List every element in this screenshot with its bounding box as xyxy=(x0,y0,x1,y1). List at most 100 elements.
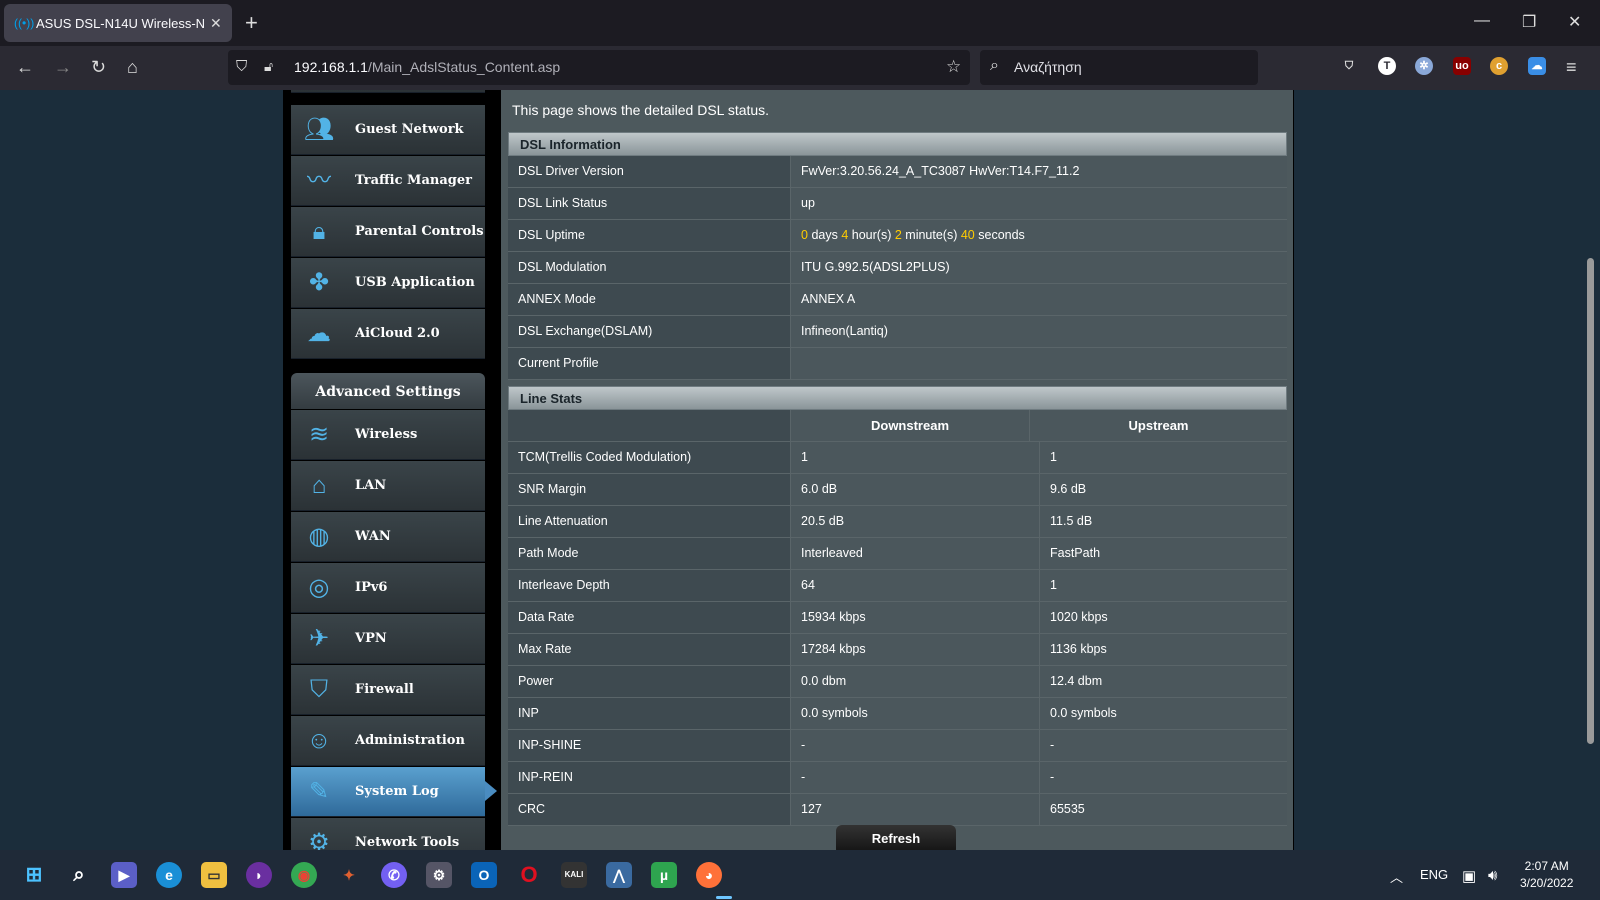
media-app-icon[interactable]: ◗ xyxy=(246,862,272,888)
opera-icon[interactable]: O xyxy=(516,862,542,888)
dsl-information-panel: DSL Information DSL Driver Version FwVer:… xyxy=(508,132,1287,380)
sidebar-item-partial[interactable] xyxy=(291,90,485,93)
viber-icon[interactable]: ✆ xyxy=(381,862,407,888)
app-icon[interactable]: ✦ xyxy=(336,862,362,888)
sidebar-item-label: Guest Network xyxy=(355,122,464,137)
sidebar-item-label: IPv6 xyxy=(355,580,388,595)
shield-tracking-icon[interactable]: ⛉ xyxy=(236,58,247,75)
user-icon: ☺ xyxy=(306,726,332,754)
traffic-manager-icon: 〰 xyxy=(307,166,331,194)
cloud-extension-icon[interactable]: ☁ xyxy=(1528,57,1546,75)
outlook-icon[interactable]: O xyxy=(471,862,497,888)
puzzle-icon: ✤ xyxy=(308,268,330,296)
sidebar-item-label: Traffic Manager xyxy=(355,173,472,188)
clock-date: 3/20/2022 xyxy=(1520,876,1574,890)
restore-icon[interactable]: ❐ xyxy=(1522,12,1536,32)
volume-icon[interactable]: 🔊︎ xyxy=(1488,867,1497,884)
kali-icon[interactable]: KALI xyxy=(561,862,587,888)
pocket-icon[interactable]: ⛉ xyxy=(1340,57,1358,75)
sidebar-item-label: LAN xyxy=(355,478,387,493)
sidebar-item-wan[interactable]: ◍ WAN xyxy=(291,512,485,562)
browser-tab[interactable]: ((•)) ASUS DSL-N14U Wireless-N300 ✕ xyxy=(4,4,232,42)
menu-icon[interactable]: ≡ xyxy=(1566,57,1577,78)
home-icon[interactable]: ⌂ xyxy=(127,57,138,78)
network-tools-icon: ⚙ xyxy=(308,828,330,851)
guest-network-icon: 👥︎ xyxy=(303,115,335,143)
wifi-icon: ≋ xyxy=(308,420,330,448)
t-extension-icon[interactable]: T xyxy=(1378,57,1396,75)
sidebar-item-label: Network Tools xyxy=(355,835,460,850)
page-description: This page shows the detailed DSL status. xyxy=(512,102,770,118)
sidebar-item-usb-application[interactable]: ✤ USB Application xyxy=(291,258,485,308)
file-explorer-icon[interactable]: ▭ xyxy=(201,862,227,888)
ipv6-globe-icon: ◎ xyxy=(308,573,330,601)
dsl-information-header: DSL Information xyxy=(508,132,1287,156)
windows-start-icon[interactable]: ⊞ xyxy=(21,862,47,888)
sidebar-item-traffic-manager[interactable]: 〰 Traffic Manager xyxy=(291,156,485,206)
window-close-icon[interactable]: ✕ xyxy=(1568,12,1581,32)
col-upstream: Upstream xyxy=(1030,410,1287,441)
ublock-icon[interactable]: uo xyxy=(1453,57,1471,75)
sidebar-item-label: Firewall xyxy=(355,682,414,697)
table-row: CRC 127 65535 xyxy=(508,794,1287,826)
url-bar[interactable]: ⛉ 🔓︎ 192.168.1.1/Main_AdslStatus_Content… xyxy=(228,50,970,85)
url-text[interactable]: 192.168.1.1/Main_AdslStatus_Content.asp xyxy=(294,59,560,75)
forward-icon[interactable]: → xyxy=(54,57,72,78)
sidebar-item-ipv6[interactable]: ◎ IPv6 xyxy=(291,563,485,613)
extension-icon[interactable]: ✲ xyxy=(1415,57,1433,75)
edge-icon[interactable]: e xyxy=(156,862,182,888)
sidebar-item-aicloud[interactable]: ☁ AiCloud 2.0 xyxy=(291,309,485,359)
settings-app-icon[interactable]: ⚙ xyxy=(426,862,452,888)
firefox-icon[interactable]: ◕ xyxy=(696,862,722,888)
sidebar-item-administration[interactable]: ☺ Administration xyxy=(291,716,485,766)
tray-overflow-icon[interactable]: ︿ xyxy=(1390,867,1403,886)
network-icon[interactable]: ▣ xyxy=(1462,867,1476,885)
vpn-icon: ✈ xyxy=(308,624,330,652)
sidebar-item-parental-controls[interactable]: 🔒︎ Parental Controls xyxy=(291,207,485,257)
tab-title: ASUS DSL-N14U Wireless-N300 xyxy=(36,15,204,31)
clock[interactable]: 2:07 AM 3/20/2022 xyxy=(1520,858,1573,892)
sidebar-item-label: System Log xyxy=(355,784,439,799)
bookmark-star-icon[interactable]: ☆ xyxy=(946,57,961,77)
close-tab-icon[interactable]: ✕ xyxy=(210,15,222,32)
table-row: SNR Margin 6.0 dB 9.6 dB xyxy=(508,474,1287,506)
teams-chat-icon[interactable]: ▶ xyxy=(111,862,137,888)
chrome-icon[interactable]: ◉ xyxy=(291,862,317,888)
search-input[interactable]: Αναζήτηση xyxy=(1014,59,1082,75)
table-row: Path Mode Interleaved FastPath xyxy=(508,538,1287,570)
insecure-lock-icon[interactable]: 🔓︎ xyxy=(264,58,273,75)
search-icon[interactable]: ⌕ xyxy=(66,862,92,888)
table-row: DSL Exchange(DSLAM) Infineon(Lantiq) xyxy=(508,316,1287,348)
globe-icon: ◍ xyxy=(308,522,330,550)
search-bar[interactable]: ⌕ Αναζήτηση xyxy=(980,50,1258,85)
refresh-button[interactable]: Refresh xyxy=(836,825,956,850)
minimize-icon[interactable]: — xyxy=(1474,12,1490,30)
taskbar: ⊞ ⌕ ▶ e ▭ ◗ ◉ ✦ ✆ ⚙ O O KALI ⋀ µ ◕ ︿ ENG… xyxy=(0,850,1600,900)
new-tab-icon[interactable]: + xyxy=(245,10,258,36)
advanced-settings-header: Advanced Settings xyxy=(291,373,485,409)
table-row: Max Rate 17284 kbps 1136 kbps xyxy=(508,634,1287,666)
sidebar-item-vpn[interactable]: ✈ VPN xyxy=(291,614,485,664)
log-icon: ✎ xyxy=(308,777,330,805)
sidebar-item-lan[interactable]: ⌂ LAN xyxy=(291,461,485,511)
sidebar-item-system-log[interactable]: ✎ System Log xyxy=(291,767,497,817)
sidebar-item-wireless[interactable]: ≋ Wireless xyxy=(291,410,485,460)
scrollbar-thumb[interactable] xyxy=(1587,258,1594,744)
sidebar-item-firewall[interactable]: ⛉ Firewall xyxy=(291,665,485,715)
table-row: ANNEX Mode ANNEX A xyxy=(508,284,1287,316)
sidebar-menu: 👥︎ Guest Network 〰 Traffic Manager 🔒︎ Pa… xyxy=(291,90,497,850)
monitor-app-icon[interactable]: ⋀ xyxy=(606,862,632,888)
back-icon[interactable]: ← xyxy=(16,57,34,78)
sidebar-item-guest-network[interactable]: 👥︎ Guest Network xyxy=(291,105,485,155)
cookie-extension-icon[interactable]: c xyxy=(1490,57,1508,75)
table-row: Power 0.0 dbm 12.4 dbm xyxy=(508,666,1287,698)
language-indicator[interactable]: ENG xyxy=(1420,867,1448,882)
table-row: Data Rate 15934 kbps 1020 kbps xyxy=(508,602,1287,634)
sidebar-item-label: Administration xyxy=(355,733,465,748)
reload-icon[interactable]: ↻ xyxy=(91,57,106,78)
cloud-icon: ☁ xyxy=(307,319,331,347)
utorrent-icon[interactable]: µ xyxy=(651,862,677,888)
table-row: DSL Link Status up xyxy=(508,188,1287,220)
line-stats-panel: Line Stats Downstream Upstream TCM(Trelli… xyxy=(508,386,1287,826)
sidebar-item-network-tools[interactable]: ⚙ Network Tools xyxy=(291,818,485,850)
